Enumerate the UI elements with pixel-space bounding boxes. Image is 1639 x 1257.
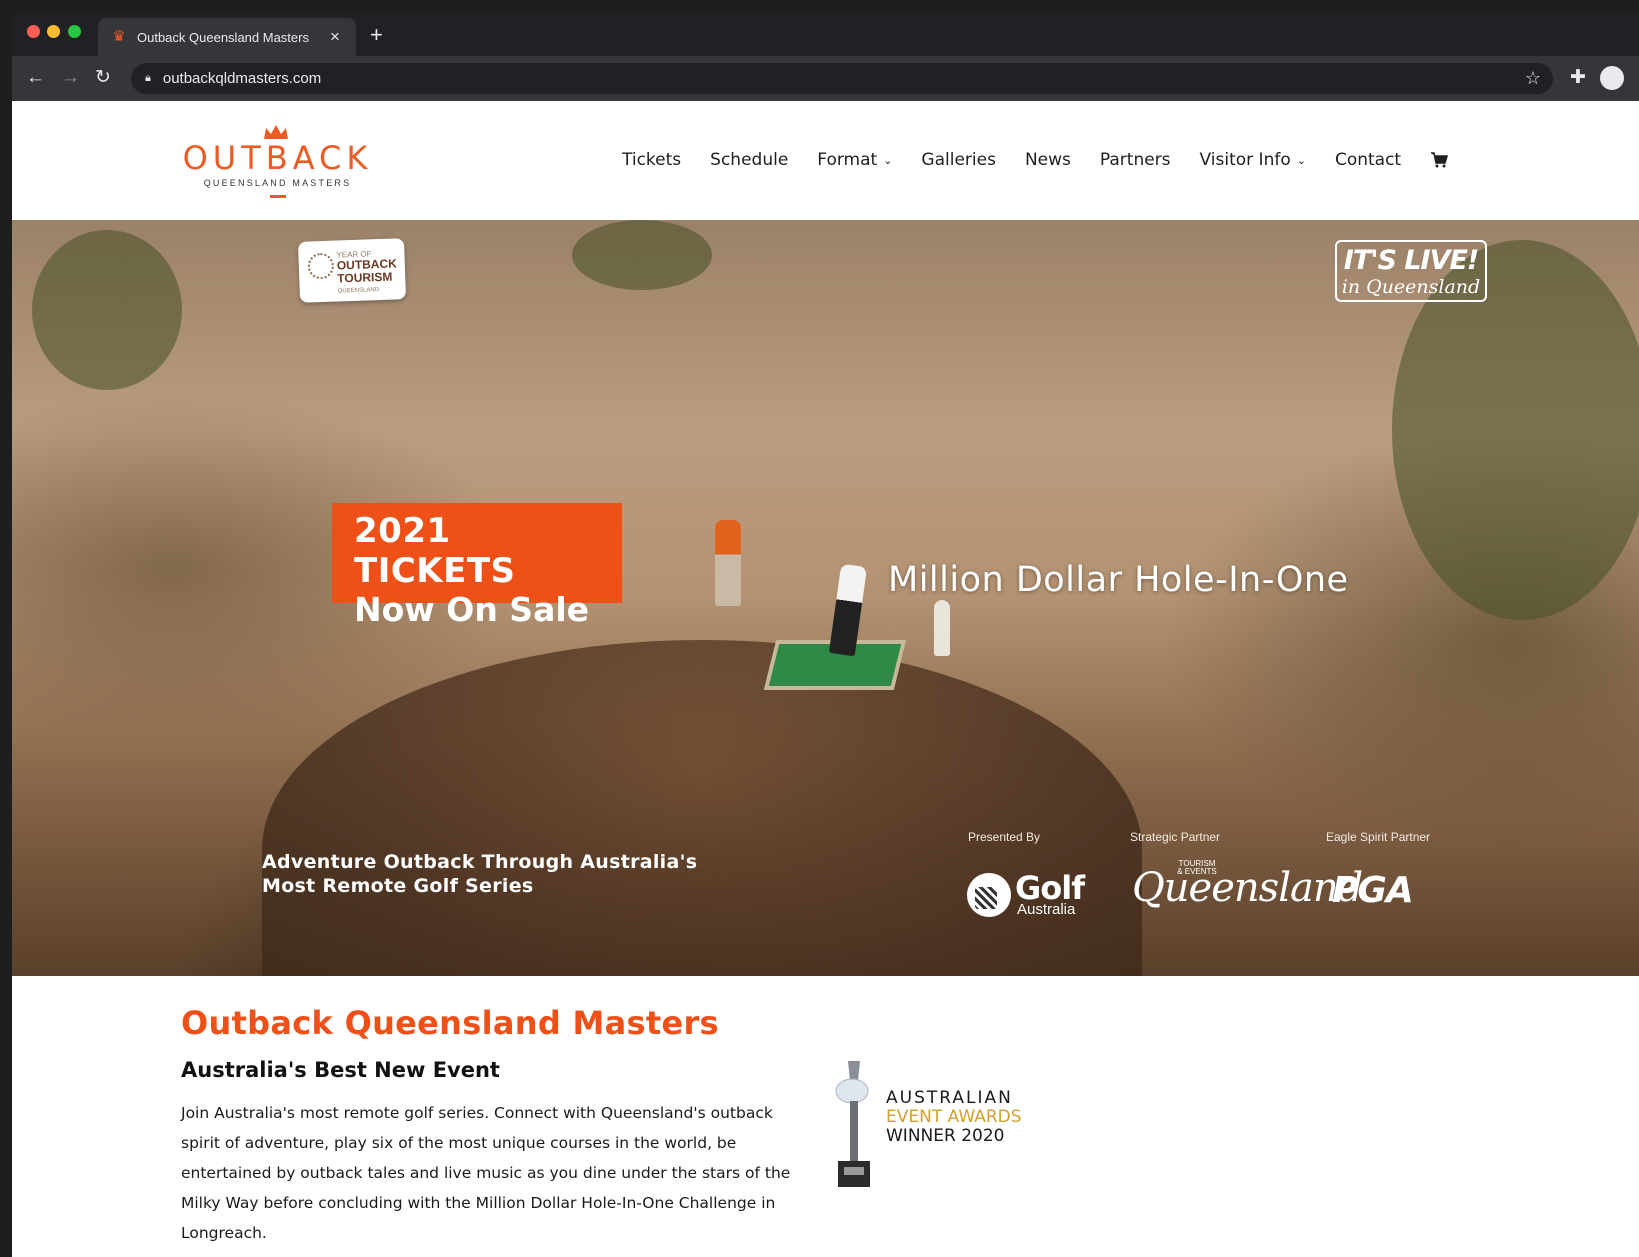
intro-paragraph: Join Australia's most remote golf series… [181,1104,791,1242]
minimize-window-button[interactable] [47,25,60,38]
tagline-text: Adventure Outback Through Australia's [262,851,698,873]
logo-text: Golf Australia [1015,869,1085,918]
hero-tagline: Adventure Outback Through Australia's Mo… [262,850,697,898]
page-viewport: OUTBACK QUEENSLAND MASTERS Tickets Sched… [12,101,1639,1257]
nav-label: News [1024,150,1071,170]
logo-wordmark: OUTBACK [182,139,373,177]
tourism-events-queensland-logo[interactable]: Queensland [1132,865,1363,911]
extensions-puzzle-icon[interactable]: ✚ [1570,67,1586,89]
nav-label: Schedule [710,150,789,170]
hero-banner: YEAR OF OUTBACK TOURISM QUEENSLAND IT'S … [12,220,1639,976]
badge-text: IT'S LIVE! [1343,245,1479,276]
browser-window: ♛ Outback Queensland Masters × + ← → ↻ 🔒… [12,12,1639,1257]
logo-underline [270,195,286,198]
award-text: EVENT AWARDS [886,1107,1022,1127]
badge-text: TOURISM [337,269,393,286]
award-text: WINNER 2020 [886,1126,1005,1146]
tickets-on-sale-button[interactable]: 2021 TICKETS Now On Sale [332,503,622,629]
forward-arrow-icon[interactable]: → [61,67,80,89]
hero-headline: Million Dollar Hole-In-One [888,560,1349,600]
crown-favicon-icon: ♛ [112,28,126,45]
kebab-menu-icon[interactable]: ⋮ [1632,67,1639,89]
partner-label: Strategic Partner [1130,830,1221,844]
windmill-icon [307,252,335,280]
cta-text: Now On Sale [354,590,590,629]
nav-partners[interactable]: Partners [1100,150,1171,170]
chevron-down-icon: ⌄ [1296,153,1306,167]
profile-avatar-icon[interactable] [1600,66,1624,90]
nav-news[interactable]: News [1025,150,1071,170]
badge-text: in Queensland [1341,276,1481,298]
logo-subtitle: QUEENSLAND MASTERS [203,178,352,188]
site-logo[interactable]: OUTBACK QUEENSLAND MASTERS [180,123,375,201]
tree-decoration [32,230,182,390]
close-tab-icon[interactable]: × [326,27,344,47]
badge-text: QUEENSLAND [337,287,380,295]
tab-strip: ♛ Outback Queensland Masters × + [12,12,1639,56]
golfer-figure [934,600,950,656]
award-text: AUSTRALIAN [886,1088,1013,1108]
golf-ball-icon [967,872,1011,917]
pga-australia-logo[interactable]: PGA [1332,870,1414,911]
event-awards-badge: AUSTRALIAN EVENT AWARDS WINNER 2020 [832,1061,1032,1201]
partner-label: Eagle Spirit Partner [1326,830,1431,844]
back-arrow-icon[interactable]: ← [26,67,45,89]
address-bar[interactable]: 🔒︎ outbackqldmasters.com ☆ [131,63,1553,94]
nav-label: Galleries [921,150,996,170]
year-of-outback-tourism-badge: YEAR OF OUTBACK TOURISM QUEENSLAND [297,238,407,303]
golf-australia-logo[interactable]: Golf Australia [967,869,1085,918]
nav-format[interactable]: Format ⌄ [817,150,892,170]
page-title: Outback Queensland Masters [181,1004,719,1042]
logo-sub-text: Australia [1017,901,1076,918]
close-window-button[interactable] [27,25,40,38]
reload-icon[interactable]: ↻ [95,67,111,89]
section-subtitle: Australia's Best New Event [181,1058,500,1082]
bookmark-star-icon[interactable]: ☆ [1525,68,1541,89]
its-live-queensland-badge: IT'S LIVE! in Queensland [1335,240,1487,302]
maximize-window-button[interactable] [68,25,81,38]
nav-label: Visitor Info [1199,150,1291,170]
logo-main-text: Golf [1015,869,1085,907]
nav-contact[interactable]: Contact [1335,150,1401,170]
nav-label: Format [817,150,878,170]
nav-tickets[interactable]: Tickets [622,150,681,170]
browser-tab[interactable]: ♛ Outback Queensland Masters × [98,18,356,56]
lock-icon: 🔒︎ [145,72,151,84]
tagline-text: Most Remote Golf Series [262,875,534,897]
nav-galleries[interactable]: Galleries [921,150,996,170]
intro-section: Outback Queensland Masters Australia's B… [12,976,1639,1257]
chevron-down-icon: ⌄ [883,153,893,167]
browser-toolbar: ← → ↻ 🔒︎ outbackqldmasters.com ☆ ✚ ⋮ [12,56,1639,101]
nav-label: Contact [1334,150,1402,170]
nav-schedule[interactable]: Schedule [710,150,788,170]
site-header: OUTBACK QUEENSLAND MASTERS Tickets Sched… [12,101,1639,220]
main-nav: Tickets Schedule Format ⌄ Galleries News … [622,147,1449,173]
cta-text: 2021 TICKETS [354,511,516,591]
url-text: outbackqldmasters.com [162,70,322,87]
trophy-icon [835,1061,870,1187]
partner-label: Presented By [968,830,1041,844]
golfer-figure [715,520,741,606]
new-tab-icon[interactable]: + [370,22,383,48]
nav-label: Tickets [622,150,682,170]
nav-visitor-info[interactable]: Visitor Info ⌄ [1200,150,1306,170]
nav-label: Partners [1099,150,1171,170]
hill-mound [262,640,1142,976]
shopping-cart-icon[interactable] [1430,152,1449,168]
tab-title: Outback Queensland Masters [137,29,309,45]
tree-decoration [572,220,712,290]
